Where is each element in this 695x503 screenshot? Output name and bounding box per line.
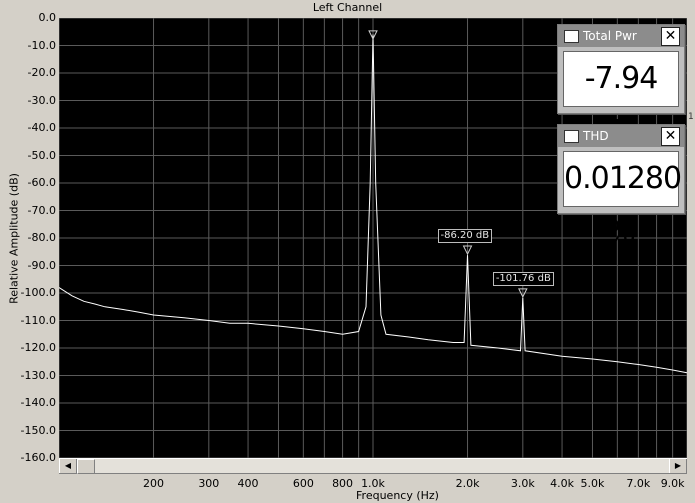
y-tick-label: -140.0 <box>20 396 56 409</box>
waveform-icon <box>564 30 579 43</box>
y-tick-label: -100.0 <box>20 286 56 299</box>
total-power-meter: Total Pwr ✕ -7.94 dB <box>557 24 685 150</box>
y-tick-label: -70.0 <box>27 203 56 217</box>
chart-title: Left Channel <box>312 1 383 14</box>
y-tick-label: -10.0 <box>27 38 56 52</box>
close-icon[interactable]: ✕ <box>661 27 680 46</box>
y-tick-label: -80.0 <box>27 231 56 244</box>
y-tick-label: -60.0 <box>27 176 56 189</box>
scroll-thumb[interactable] <box>77 459 95 474</box>
y-tick-label: 0.0 <box>38 11 57 24</box>
total-power-title: Total Pwr <box>583 29 637 43</box>
thd-header: THD ✕ <box>558 125 684 147</box>
y-tick-label: -50.0 <box>27 148 56 162</box>
right-edge-tick: 1 <box>688 112 694 122</box>
y-tick-label: -160.0 <box>20 451 56 464</box>
total-power-value: -7.94 dB <box>563 51 679 150</box>
peak-marker-label: -86.20 dB <box>437 229 493 244</box>
waveform-icon <box>564 130 579 143</box>
thd-title: THD <box>583 129 609 143</box>
y-tick-label: -30.0 <box>27 93 56 107</box>
y-tick-label: -120.0 <box>20 341 56 354</box>
peak-marker-label: -101.76 dB <box>492 271 554 286</box>
y-tick-label: -90.0 <box>27 258 56 272</box>
thd-meter: THD ✕ 0.01280 % <box>557 124 685 250</box>
y-tick-label: -150.0 <box>20 423 56 437</box>
horizontal-scrollbar[interactable]: ◀ ▶ <box>59 458 687 474</box>
y-tick-label: -40.0 <box>27 121 56 134</box>
scroll-right-button[interactable]: ▶ <box>669 459 687 473</box>
close-icon[interactable]: ✕ <box>661 127 680 146</box>
thd-value: 0.01280 % <box>563 151 682 250</box>
total-power-header: Total Pwr ✕ <box>558 25 684 47</box>
y-tick-label: -130.0 <box>20 368 56 382</box>
x-axis-label: Frequency (Hz) <box>356 489 439 502</box>
y-tick-label: -110.0 <box>20 313 56 327</box>
y-tick-label: -20.0 <box>27 66 56 79</box>
scroll-left-button[interactable]: ◀ <box>59 459 77 473</box>
